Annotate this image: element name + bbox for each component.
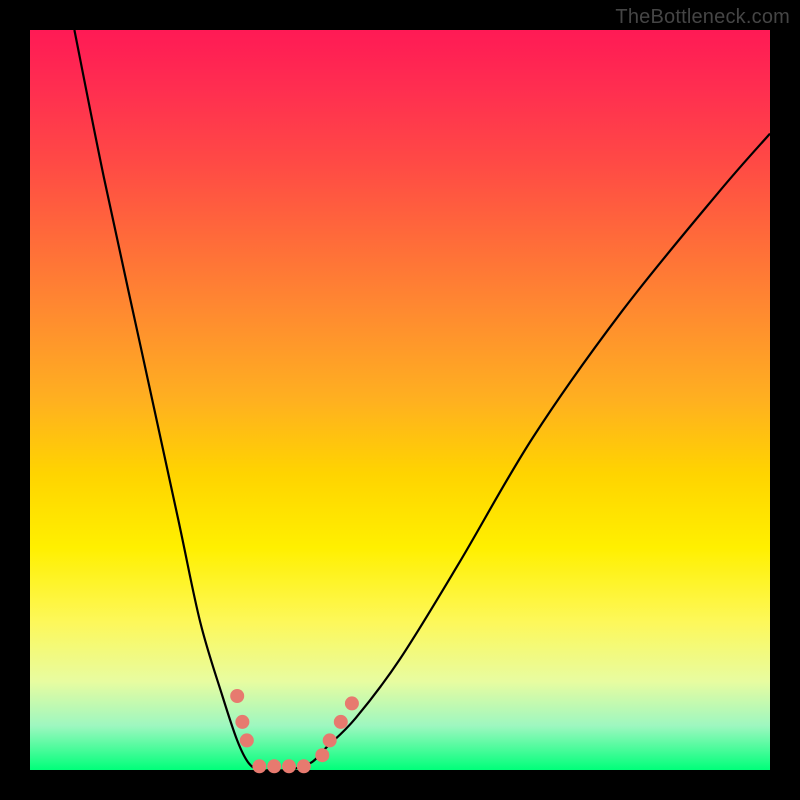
curve-markers: [230, 689, 359, 773]
curve-marker: [282, 759, 296, 773]
curve-marker: [252, 759, 266, 773]
curve-marker: [334, 715, 348, 729]
curve-marker: [240, 733, 254, 747]
bottleneck-curve: [74, 30, 770, 771]
curve-marker: [267, 759, 281, 773]
curve-marker: [235, 715, 249, 729]
curve-marker: [315, 748, 329, 762]
curve-marker: [297, 759, 311, 773]
curve-marker: [345, 696, 359, 710]
watermark-text: TheBottleneck.com: [615, 6, 790, 29]
bottleneck-curve-svg: [30, 30, 770, 770]
curve-marker: [230, 689, 244, 703]
curve-marker: [323, 733, 337, 747]
